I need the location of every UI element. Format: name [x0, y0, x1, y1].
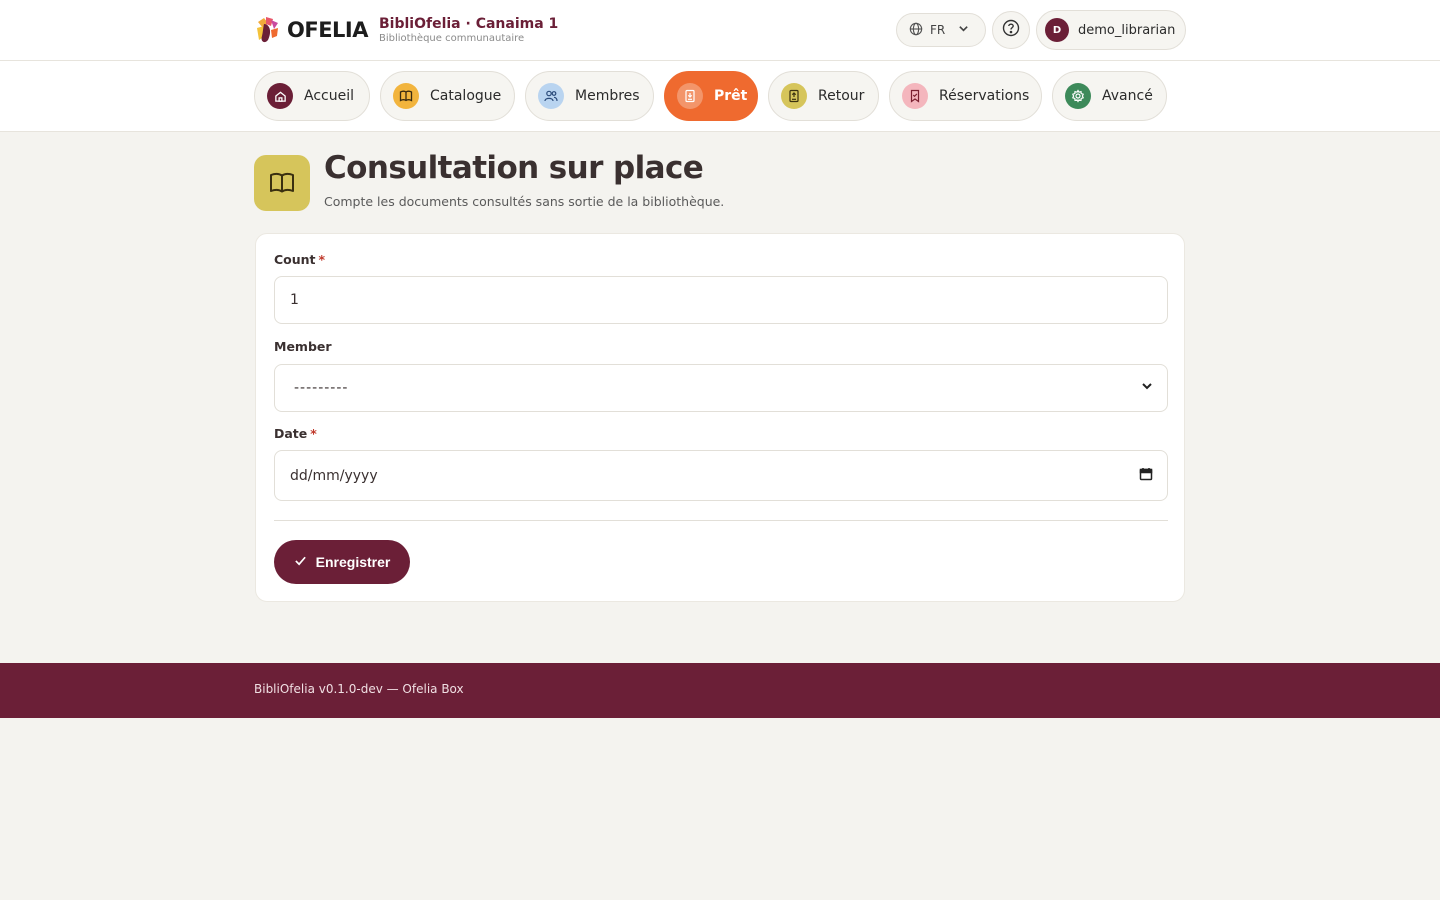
nav-item-avance[interactable]: Avancé: [1052, 71, 1167, 121]
nav-item-accueil[interactable]: Accueil: [254, 71, 370, 121]
nav-label: Membres: [575, 88, 640, 104]
page-subtitle: Compte les documents consultés sans sort…: [324, 194, 725, 209]
footer: BibliOfelia v0.1.0-dev — Ofelia Box: [0, 663, 1440, 718]
nav-item-membres[interactable]: Membres: [525, 71, 654, 121]
site-title: BibliOfelia · Canaima 1: [379, 16, 559, 32]
footer-text: BibliOfelia v0.1.0-dev — Ofelia Box: [254, 682, 464, 696]
question-circle-icon: [1002, 19, 1020, 41]
save-button-label: Enregistrer: [315, 554, 391, 570]
member-select[interactable]: ---------: [274, 364, 1168, 412]
gear-icon: [1065, 83, 1091, 109]
users-icon: [538, 83, 564, 109]
language-selector[interactable]: FR: [896, 13, 986, 47]
globe-icon: [909, 22, 923, 39]
nav-label: Avancé: [1102, 88, 1153, 104]
date-placeholder: dd/mm/yyyy: [290, 467, 378, 484]
nav-item-retour[interactable]: Retour: [768, 71, 879, 121]
member-label: Member: [274, 339, 332, 354]
language-code: FR: [930, 23, 946, 37]
help-button[interactable]: [992, 11, 1030, 49]
brand[interactable]: OFELIA BibliOfelia · Canaima 1 Bibliothè…: [254, 14, 558, 46]
bookmark-icon: [902, 83, 928, 109]
form-card: Count * 1 Member --------- Date * dd/mm/yy…: [255, 233, 1185, 602]
avatar: D: [1045, 18, 1069, 42]
nav-label: Réservations: [939, 88, 1030, 104]
date-input[interactable]: dd/mm/yyyy: [274, 450, 1168, 501]
count-input[interactable]: 1: [274, 276, 1168, 324]
nav-item-reservations[interactable]: Réservations: [889, 71, 1042, 121]
calendar-icon[interactable]: [1139, 467, 1153, 485]
site-subtitle: Bibliothèque communautaire: [379, 33, 525, 44]
loan-icon: [677, 83, 703, 109]
required-mark: *: [310, 426, 317, 441]
date-label-text: Date: [274, 426, 308, 441]
home-icon: [267, 83, 293, 109]
nav-label: Catalogue: [430, 88, 502, 104]
chevron-down-icon: [1141, 380, 1153, 396]
required-mark: *: [318, 252, 326, 267]
save-button[interactable]: Enregistrer: [274, 540, 410, 584]
form-divider: [274, 520, 1168, 521]
top-header: OFELIA BibliOfelia · Canaima 1 Bibliothè…: [0, 0, 1440, 61]
page-title: Consultation sur place: [324, 150, 704, 186]
brand-text: BibliOfelia · Canaima 1 Bibliothèque com…: [379, 15, 558, 45]
count-label-text: Count: [274, 252, 316, 267]
nav-label: Accueil: [304, 88, 354, 104]
logo-wordmark: OFELIA: [287, 18, 369, 42]
nav-item-pret[interactable]: Prêt: [664, 71, 758, 121]
page-title-book-icon: [254, 155, 310, 211]
count-value: 1: [290, 292, 299, 308]
username: demo_librarian: [1078, 22, 1176, 38]
nav-label: Retour: [818, 88, 865, 104]
main-nav: Accueil Catalogue Membres Prêt Retour Ré…: [0, 61, 1440, 132]
checkmark-icon: [294, 554, 307, 570]
user-menu-button[interactable]: D demo_librarian: [1036, 10, 1186, 50]
return-icon: [781, 83, 807, 109]
nav-label: Prêt: [714, 88, 748, 104]
ofelia-logo-icon: [254, 14, 286, 46]
book-icon: [393, 83, 419, 109]
date-label: Date *: [274, 426, 317, 441]
chevron-down-icon: [958, 23, 969, 37]
member-selected-value: ---------: [294, 380, 349, 396]
count-label: Count *: [274, 252, 325, 267]
nav-item-catalogue[interactable]: Catalogue: [380, 71, 515, 121]
